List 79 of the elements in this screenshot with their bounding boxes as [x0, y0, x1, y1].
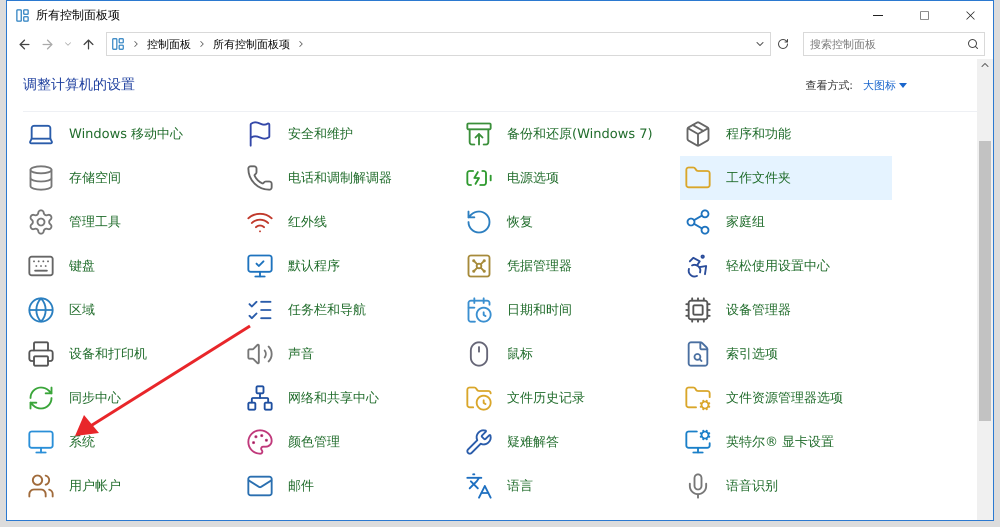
caret-icon	[899, 82, 907, 88]
address-bar[interactable]: 控制面板 所有控制面板项	[106, 32, 771, 56]
control-panel-item[interactable]: 电话和调制解调器	[242, 156, 454, 200]
search-field[interactable]: 搜索控制面板	[803, 32, 985, 56]
back-icon	[17, 36, 32, 52]
globe-icon	[27, 296, 55, 324]
control-panel-item[interactable]: 存储空间	[23, 156, 235, 200]
view-by-link[interactable]: 大图标	[863, 78, 907, 92]
control-panel-item[interactable]: 任务栏和导航	[242, 288, 454, 332]
control-panel-item[interactable]: 程序和功能	[680, 112, 892, 156]
control-panel-item[interactable]: 设备和打印机	[23, 332, 235, 376]
calendar-icon	[465, 296, 493, 324]
breadcrumb[interactable]: 控制面板	[147, 36, 191, 52]
forward-icon	[40, 36, 55, 52]
control-panel-item[interactable]: 工作文件夹	[680, 156, 892, 200]
control-panel-item[interactable]: 鼠标	[461, 332, 673, 376]
phone-icon	[246, 164, 274, 192]
control-panel-item[interactable]: 同步中心	[23, 376, 235, 420]
control-panel-item[interactable]: 区域	[23, 288, 235, 332]
view-by-label: 查看方式:	[805, 78, 853, 92]
languages-icon	[465, 472, 493, 500]
control-panel-item[interactable]: 安全和维护	[242, 112, 454, 156]
monitor-icon	[246, 252, 274, 280]
page-heading: 调整计算机的设置	[23, 76, 136, 94]
monitor-icon	[27, 428, 55, 456]
folder-gear-icon	[684, 384, 712, 412]
window-title: 所有控制面板项	[36, 6, 121, 24]
archive-icon	[465, 120, 493, 148]
control-panel-item[interactable]: Windows 移动中心	[23, 112, 235, 156]
maximize-icon	[918, 10, 930, 20]
control-panel-icon	[111, 37, 125, 51]
control-panel-item[interactable]: 用户帐户	[23, 464, 235, 508]
users-icon	[27, 472, 55, 500]
monitor-gear-icon	[684, 428, 712, 456]
control-panel-item[interactable]: 键盘	[23, 244, 235, 288]
wrench-icon	[465, 428, 493, 456]
minimize-icon	[873, 14, 883, 16]
control-panel-item[interactable]: 日期和时间	[461, 288, 673, 332]
control-panel-item[interactable]: 声音	[242, 332, 454, 376]
control-panel-item[interactable]: 恢复	[461, 200, 673, 244]
control-panel-item[interactable]: 文件历史记录	[461, 376, 673, 420]
control-panel-item[interactable]: 文件资源管理器选项	[680, 376, 892, 420]
printer-icon	[27, 340, 55, 368]
refresh-icon	[777, 38, 789, 50]
control-panel-item[interactable]: 轻松使用设置中心	[680, 244, 892, 288]
share-icon	[684, 208, 712, 236]
refresh-button[interactable]	[775, 36, 791, 52]
package-icon	[684, 120, 712, 148]
control-panel-item[interactable]: 语音识别	[680, 464, 892, 508]
control-panel-item[interactable]: 家庭组	[680, 200, 892, 244]
gear-icon	[27, 208, 55, 236]
control-panel-item[interactable]: 备份和还原(Windows 7)	[461, 112, 673, 156]
breadcrumb[interactable]: 所有控制面板项	[213, 36, 290, 52]
control-panel-item[interactable]: 设备管理器	[680, 288, 892, 332]
folder-clock-icon	[465, 384, 493, 412]
chip-icon	[684, 296, 712, 324]
vault-icon	[465, 252, 493, 280]
undo-icon	[465, 208, 493, 236]
control-panel-item[interactable]: 颜色管理	[242, 420, 454, 464]
control-panel-item[interactable]: 默认程序	[242, 244, 454, 288]
control-panel-item[interactable]: 网络和共享中心	[242, 376, 454, 420]
control-panel-item[interactable]: 疑难解答	[461, 420, 673, 464]
database-icon	[27, 164, 55, 192]
palette-icon	[246, 428, 274, 456]
control-panel-item[interactable]: 索引选项	[680, 332, 892, 376]
search-icon	[967, 38, 979, 50]
network-icon	[246, 384, 274, 412]
control-panel-item[interactable]: 电源选项	[461, 156, 673, 200]
control-panel-item[interactable]: 管理工具	[23, 200, 235, 244]
refresh-icon	[27, 384, 55, 412]
control-panel-item[interactable]: 邮件	[242, 464, 454, 508]
control-panel-item[interactable]: 语言	[461, 464, 673, 508]
control-panel-item[interactable]: 英特尔® 显卡设置	[680, 420, 892, 464]
control-panel-item[interactable]: 凭据管理器	[461, 244, 673, 288]
control-panel-icon	[15, 8, 30, 22]
control-panel-item[interactable]: 系统	[23, 420, 235, 464]
scrollbar[interactable]	[977, 59, 993, 520]
control-panel-item[interactable]: 红外线	[242, 200, 454, 244]
up-icon	[81, 36, 96, 52]
